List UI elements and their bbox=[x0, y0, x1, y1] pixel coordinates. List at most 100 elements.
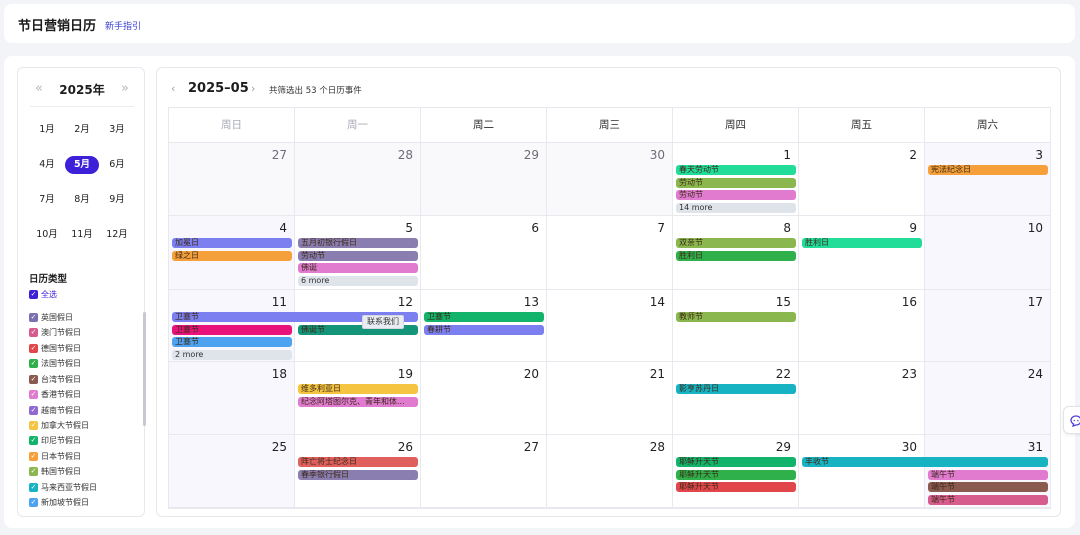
contact-tooltip[interactable]: 联系我们 bbox=[362, 315, 404, 329]
month-4[interactable]: 4月 bbox=[30, 156, 64, 174]
day-cell[interactable]: 30 bbox=[547, 143, 673, 216]
checkbox-icon[interactable]: ✓ bbox=[29, 405, 38, 415]
checkbox-icon[interactable]: ✓ bbox=[29, 312, 38, 322]
event-bar[interactable]: 纪念阿塔图尔克、青年和体... bbox=[298, 396, 418, 407]
category-item[interactable]: ✓ 澳门节假日 bbox=[29, 326, 81, 338]
event-bar[interactable]: 双亲节 bbox=[676, 238, 796, 248]
month-7[interactable]: 7月 bbox=[30, 191, 64, 209]
event-bar[interactable]: 加冕日 bbox=[172, 238, 292, 248]
category-item[interactable]: ✓ 加拿大节假日 bbox=[29, 419, 89, 431]
day-cell[interactable]: 24 bbox=[925, 362, 1051, 435]
month-11[interactable]: 11月 bbox=[65, 226, 99, 244]
day-cell[interactable]: 6 bbox=[421, 216, 547, 290]
day-cell[interactable]: 30 bbox=[799, 435, 925, 508]
event-bar[interactable]: 耶稣升天节 bbox=[676, 469, 796, 480]
day-cell[interactable]: 28 bbox=[547, 435, 673, 508]
checkbox-icon[interactable]: ✓ bbox=[29, 358, 38, 368]
more-events-link[interactable]: 2 more bbox=[172, 349, 292, 360]
category-item[interactable]: ✓ 新加坡节假日 bbox=[29, 496, 89, 508]
day-cell[interactable]: 27 bbox=[169, 143, 295, 216]
event-bar[interactable]: 耶稣升天节 bbox=[676, 482, 796, 492]
checkbox-icon[interactable]: ✓ bbox=[29, 466, 38, 476]
month-3[interactable]: 3月 bbox=[100, 121, 134, 139]
day-cell[interactable]: 7 bbox=[547, 216, 673, 290]
month-6[interactable]: 6月 bbox=[100, 156, 134, 174]
category-item[interactable]: ✓ 法国节假日 bbox=[29, 357, 81, 369]
month-8[interactable]: 8月 bbox=[65, 191, 99, 209]
event-bar[interactable]: 教师节 bbox=[676, 312, 796, 322]
event-bar[interactable]: 维多利亚日 bbox=[298, 384, 418, 394]
day-cell[interactable]: 23 bbox=[799, 362, 925, 435]
month-9[interactable]: 9月 bbox=[100, 191, 134, 209]
event-bar[interactable]: 佛诞 bbox=[298, 263, 418, 273]
checkbox-icon[interactable]: ✓ bbox=[29, 289, 38, 299]
checkbox-icon[interactable]: ✓ bbox=[29, 482, 38, 492]
day-cell[interactable]: 28 bbox=[295, 143, 421, 216]
day-cell[interactable]: 21 bbox=[547, 362, 673, 435]
day-cell[interactable]: 14 bbox=[547, 290, 673, 362]
checkbox-icon[interactable]: ✓ bbox=[29, 389, 38, 399]
checkbox-icon[interactable]: ✓ bbox=[29, 420, 38, 430]
event-bar[interactable]: 宪法纪念日 bbox=[928, 165, 1048, 175]
checkbox-icon[interactable]: ✓ bbox=[29, 435, 38, 445]
checkbox-icon[interactable]: ✓ bbox=[29, 497, 38, 507]
day-cell[interactable]: 17 bbox=[925, 290, 1051, 362]
event-bar[interactable]: 春季银行假日 bbox=[298, 469, 418, 480]
day-cell[interactable]: 2 bbox=[799, 143, 925, 216]
more-events-link[interactable]: 6 more bbox=[298, 275, 418, 286]
event-bar[interactable]: 端午节 bbox=[928, 494, 1048, 505]
event-bar[interactable]: 端午节 bbox=[928, 469, 1048, 480]
day-cell[interactable]: 18 bbox=[169, 362, 295, 435]
prev-month-icon[interactable]: ‹ bbox=[171, 82, 175, 95]
month-10[interactable]: 10月 bbox=[30, 226, 64, 244]
category-item[interactable]: ✓ 日本节假日 bbox=[29, 450, 81, 462]
event-bar[interactable]: 卫塞节 bbox=[172, 324, 292, 335]
category-item[interactable]: ✓ 韩国节假日 bbox=[29, 465, 81, 477]
event-bar[interactable]: 春天劳动节 bbox=[676, 165, 796, 175]
scrollbar[interactable] bbox=[143, 312, 146, 426]
category-item[interactable]: ✓ 印尼节假日 bbox=[29, 434, 81, 446]
event-bar[interactable]: 端午节 bbox=[928, 482, 1048, 492]
day-cell[interactable]: 29 bbox=[421, 143, 547, 216]
checkbox-icon[interactable]: ✓ bbox=[29, 343, 38, 353]
day-cell[interactable]: 9 bbox=[799, 216, 925, 290]
day-cell[interactable]: 10 bbox=[925, 216, 1051, 290]
event-bar[interactable]: 影亨苏丹日 bbox=[676, 384, 796, 394]
event-bar[interactable]: 胜利日 bbox=[802, 238, 922, 248]
day-cell[interactable]: 25 bbox=[169, 435, 295, 508]
event-bar[interactable]: 劳动节 bbox=[298, 250, 418, 261]
day-cell[interactable]: 27 bbox=[421, 435, 547, 508]
day-cell[interactable]: 22 bbox=[673, 362, 799, 435]
event-bar[interactable]: 卫塞节 bbox=[172, 337, 292, 347]
event-bar[interactable]: 劳动节 bbox=[676, 190, 796, 200]
category-item[interactable]: ✓ 越南节假日 bbox=[29, 404, 81, 416]
month-12[interactable]: 12月 bbox=[100, 226, 134, 244]
next-year-icon[interactable]: » bbox=[121, 81, 129, 96]
month-1[interactable]: 1月 bbox=[30, 121, 64, 139]
day-cell[interactable]: 20 bbox=[421, 362, 547, 435]
day-cell[interactable]: 16 bbox=[799, 290, 925, 362]
guide-link[interactable]: 新手指引 bbox=[105, 19, 141, 32]
category-item[interactable]: ✓ 香港节假日 bbox=[29, 388, 81, 400]
category-item[interactable]: ✓ 德国节假日 bbox=[29, 342, 81, 354]
event-bar[interactable]: 丰收节 bbox=[802, 457, 1048, 467]
event-bar[interactable]: 春耕节 bbox=[424, 324, 544, 335]
event-bar[interactable]: 绿之日 bbox=[172, 250, 292, 261]
day-cell[interactable]: 3 bbox=[925, 143, 1051, 216]
month-2[interactable]: 2月 bbox=[65, 121, 99, 139]
month-5[interactable]: 5月 bbox=[65, 156, 99, 174]
checkbox-icon[interactable]: ✓ bbox=[29, 327, 38, 337]
chat-button[interactable] bbox=[1063, 406, 1080, 434]
event-bar[interactable]: 耶稣升天节 bbox=[676, 457, 796, 467]
category-item[interactable]: ✓ 英国假日 bbox=[29, 311, 73, 323]
event-bar[interactable]: 五月初银行假日 bbox=[298, 238, 418, 248]
event-bar[interactable]: 卫塞节 bbox=[424, 312, 544, 322]
event-bar[interactable]: 劳动节 bbox=[676, 177, 796, 188]
more-events-link[interactable]: 14 more bbox=[676, 202, 796, 213]
category-item[interactable]: ✓ 马来西亚节假日 bbox=[29, 481, 97, 493]
next-month-icon[interactable]: › bbox=[251, 82, 255, 95]
checkbox-icon[interactable]: ✓ bbox=[29, 451, 38, 461]
category-item[interactable]: ✓ 台湾节假日 bbox=[29, 373, 81, 385]
checkbox-icon[interactable]: ✓ bbox=[29, 374, 38, 384]
day-cell[interactable]: 15 bbox=[673, 290, 799, 362]
